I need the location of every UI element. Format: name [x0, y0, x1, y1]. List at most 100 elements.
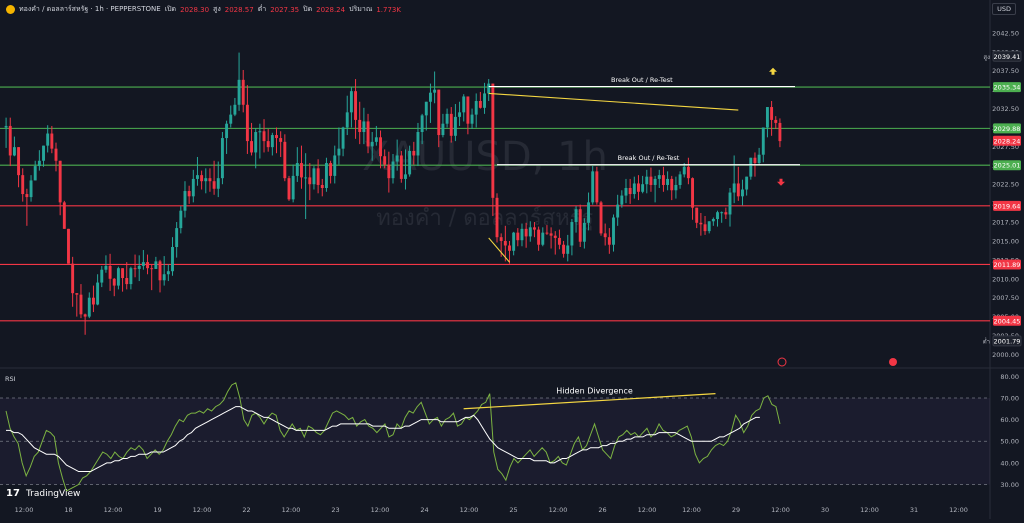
candle-body	[516, 232, 520, 241]
candle-body	[770, 107, 774, 120]
candle-body	[25, 194, 29, 198]
candle-body	[383, 156, 387, 165]
symbol-logo-icon	[6, 5, 15, 14]
sr-price-label: 2011.89	[994, 261, 1021, 269]
candle-body	[62, 202, 66, 229]
candle-body	[100, 269, 104, 283]
rsi-tick-label: 30.00	[1000, 481, 1019, 489]
x-tick-label: 29	[732, 506, 740, 514]
candle-body	[582, 222, 586, 242]
candle-body	[316, 168, 320, 185]
rsi-tick-label: 70.00	[1000, 394, 1019, 402]
candle-body	[674, 184, 678, 191]
candle-body	[241, 79, 245, 105]
candle-body	[599, 202, 603, 234]
candle-body	[79, 294, 83, 315]
candle-body	[761, 127, 765, 155]
candle-body	[250, 141, 254, 153]
candle-body	[125, 278, 129, 285]
x-tick-label: 12:00	[682, 506, 701, 514]
candle-body	[146, 262, 149, 269]
candle-body	[487, 83, 491, 94]
volume-label: ปริมาณ	[349, 5, 373, 13]
price-tag-prefix: ต่ำ	[983, 337, 990, 345]
x-tick-label: 12:00	[771, 506, 790, 514]
candle-body	[587, 202, 590, 223]
candle-body	[707, 221, 711, 232]
high-label: สูง	[213, 5, 221, 13]
x-tick-label: 26	[598, 506, 606, 514]
candle-body	[179, 210, 183, 229]
sr-price-label: 2004.45	[994, 317, 1021, 325]
price-tick-label: 2010.00	[992, 275, 1019, 283]
candle-body	[58, 160, 62, 203]
candle-body	[745, 176, 749, 190]
candle-body	[337, 148, 341, 156]
candle-body	[562, 244, 566, 254]
symbol-title[interactable]: ทองคำ / ดอลลาร์สหรัฐ · 1h · PEPPERSTONE	[19, 4, 161, 15]
sr-price-label: 2025.01	[994, 162, 1021, 170]
candle-body	[154, 261, 158, 269]
price-tag-label: 2028.24	[994, 137, 1021, 145]
x-tick-label: 12:00	[282, 506, 301, 514]
candle-body	[711, 219, 715, 222]
chart-svg[interactable]: XAUUSD, 1h ทองคำ / ดอลลาร์สหรัฐ 2000.00 200…	[0, 0, 1024, 519]
candle-body	[75, 293, 79, 295]
candle-body	[408, 150, 412, 175]
x-tick-label: 12:00	[15, 506, 34, 514]
candle-body	[620, 195, 624, 205]
candle-body	[424, 101, 428, 116]
high-value: 2028.57	[224, 5, 254, 14]
candle-body	[366, 121, 370, 147]
candle-body	[229, 114, 233, 124]
x-tick-label: 18	[64, 506, 72, 514]
candle-body	[512, 232, 516, 251]
candle-body	[616, 204, 620, 218]
candle-body	[196, 175, 199, 179]
candle-body	[270, 135, 274, 148]
candle-body	[437, 89, 441, 136]
candle-body	[150, 268, 154, 270]
candle-body	[757, 154, 761, 164]
x-tick-label: 12:00	[371, 506, 390, 514]
candle-body	[96, 282, 100, 305]
arrow-down-icon	[777, 178, 785, 186]
candle-body	[678, 174, 682, 185]
retest-label: Break Out / Re-Test	[618, 154, 680, 162]
candle-body	[220, 138, 224, 179]
candle-body	[553, 235, 557, 238]
watermark-symbol: XAUUSD, 1h	[362, 134, 608, 180]
candle-body	[483, 93, 486, 108]
candle-body	[649, 176, 653, 185]
candle-body	[8, 125, 12, 156]
candle-body	[445, 113, 449, 124]
candle-body	[208, 178, 212, 182]
candle-body	[17, 147, 21, 176]
rsi-tick-label: 50.00	[1000, 438, 1019, 446]
x-tick-label: 12:00	[193, 506, 212, 514]
candle-body	[21, 175, 25, 195]
x-tick-label: 12:00	[104, 506, 123, 514]
rsi-tick-label: 80.00	[1000, 373, 1019, 381]
candle-body	[291, 175, 295, 200]
candle-body	[341, 127, 345, 149]
candle-body	[453, 116, 457, 136]
candle-body	[71, 263, 75, 294]
candle-body	[653, 178, 657, 185]
candle-body	[137, 265, 141, 269]
candle-body	[603, 233, 607, 238]
candle-body	[570, 222, 574, 246]
candle-body	[637, 183, 640, 192]
chart-stage[interactable]: XAUUSD, 1h ทองคำ / ดอลลาร์สหรัฐ 2000.00 200…	[0, 0, 1024, 519]
candle-body	[225, 123, 229, 139]
candle-body	[108, 265, 112, 279]
price-tag-label: 2001.79	[994, 337, 1021, 345]
currency-button[interactable]: USD	[992, 3, 1016, 15]
candle-body	[628, 188, 632, 195]
x-tick-label: 12:00	[860, 506, 879, 514]
candle-body	[541, 232, 545, 245]
price-tick-label: 2042.50	[992, 29, 1019, 37]
candle-body	[545, 232, 549, 234]
candle-body	[682, 166, 686, 175]
candle-body	[91, 297, 95, 305]
